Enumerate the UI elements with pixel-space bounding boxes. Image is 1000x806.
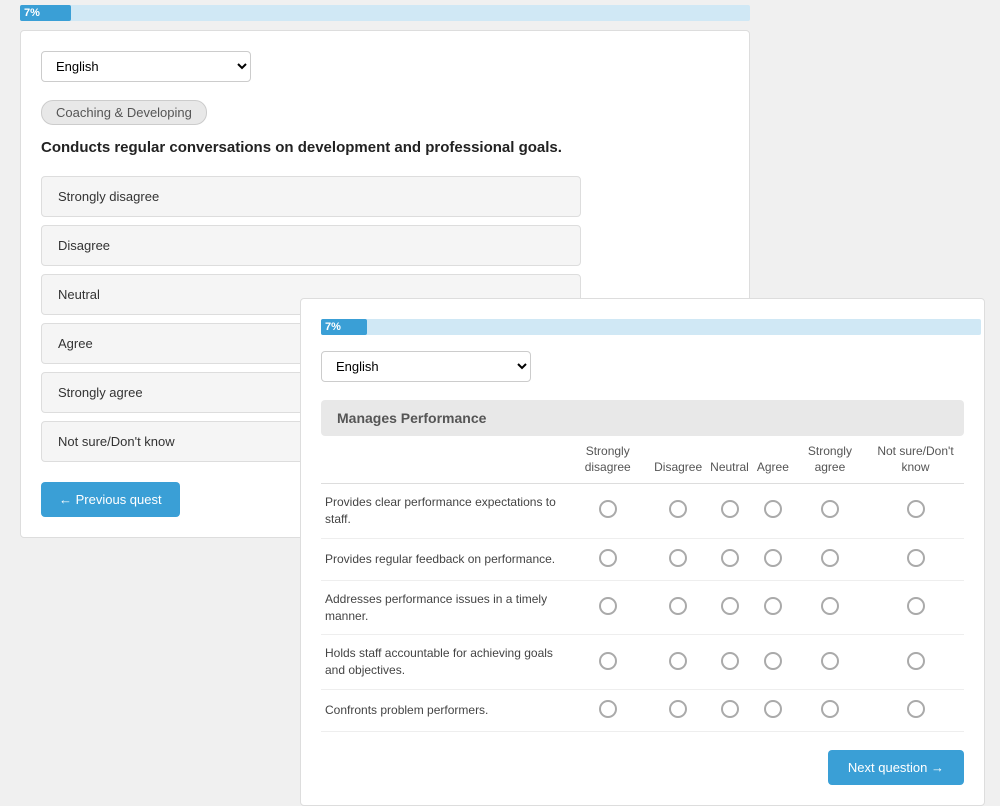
radio-strongly-disagree-3[interactable] [599,652,617,670]
section-header: Manages Performance [321,400,964,436]
radio-neutral-3[interactable] [721,652,739,670]
radio-cell-neutral-4[interactable] [706,689,753,731]
radio-cell-strongly-disagree-1[interactable] [565,538,650,580]
radio-cell-agree-2[interactable] [753,580,793,635]
radio-cell-disagree-2[interactable] [650,580,706,635]
table-row: Provides regular feedback on performance… [321,538,964,580]
radio-strongly-agree-1[interactable] [821,549,839,567]
category-badge: Coaching & Developing [41,100,207,125]
radio-cell-not-sure-2[interactable] [867,580,964,635]
col-header-disagree: Disagree [650,436,706,484]
radio-cell-neutral-2[interactable] [706,580,753,635]
answer-option-disagree[interactable]: Disagree [41,225,581,266]
radio-disagree-3[interactable] [669,652,687,670]
next-button-container: Next question → [321,736,964,785]
language-select-back[interactable]: English Spanish French German [41,51,251,82]
col-header-question [321,436,565,484]
top-progress-bar: 7% [20,5,750,21]
radio-agree-0[interactable] [764,500,782,518]
radio-disagree-0[interactable] [669,500,687,518]
radio-not-sure-4[interactable] [907,700,925,718]
radio-cell-disagree-3[interactable] [650,635,706,690]
front-panel: 7% English Spanish French German Manages… [300,298,985,806]
radio-disagree-4[interactable] [669,700,687,718]
radio-cell-not-sure-3[interactable] [867,635,964,690]
row-question-1: Provides regular feedback on performance… [321,538,565,580]
col-header-strongly-disagree: Strongly disagree [565,436,650,484]
answer-option-strongly-disagree[interactable]: Strongly disagree [41,176,581,217]
radio-cell-disagree-4[interactable] [650,689,706,731]
row-question-0: Provides clear performance expectations … [321,484,565,539]
radio-strongly-agree-2[interactable] [821,597,839,615]
top-progress-label: 7% [24,7,40,19]
radio-cell-strongly-agree-4[interactable] [793,689,867,731]
radio-cell-agree-0[interactable] [753,484,793,539]
table-row: Provides clear performance expectations … [321,484,964,539]
row-question-2: Addresses performance issues in a timely… [321,580,565,635]
radio-cell-strongly-disagree-0[interactable] [565,484,650,539]
radio-cell-disagree-0[interactable] [650,484,706,539]
table-row: Confronts problem performers. [321,689,964,731]
radio-disagree-2[interactable] [669,597,687,615]
radio-cell-strongly-agree-0[interactable] [793,484,867,539]
col-header-agree: Agree [753,436,793,484]
radio-cell-neutral-0[interactable] [706,484,753,539]
radio-cell-not-sure-1[interactable] [867,538,964,580]
next-button[interactable]: Next question → [828,750,964,785]
radio-cell-strongly-disagree-4[interactable] [565,689,650,731]
radio-agree-1[interactable] [764,549,782,567]
front-progress-fill: 7% [321,319,367,335]
radio-strongly-agree-4[interactable] [821,700,839,718]
question-text: Conducts regular conversations on develo… [41,139,729,156]
radio-neutral-4[interactable] [721,700,739,718]
radio-not-sure-0[interactable] [907,500,925,518]
radio-cell-agree-4[interactable] [753,689,793,731]
radio-strongly-disagree-0[interactable] [599,500,617,518]
front-progress-label: 7% [325,321,341,333]
radio-strongly-disagree-2[interactable] [599,597,617,615]
radio-cell-not-sure-4[interactable] [867,689,964,731]
radio-cell-disagree-1[interactable] [650,538,706,580]
row-question-4: Confronts problem performers. [321,689,565,731]
radio-cell-neutral-1[interactable] [706,538,753,580]
radio-cell-agree-3[interactable] [753,635,793,690]
col-header-not-sure: Not sure/Don't know [867,436,964,484]
radio-cell-agree-1[interactable] [753,538,793,580]
radio-neutral-0[interactable] [721,500,739,518]
col-header-neutral: Neutral [706,436,753,484]
radio-cell-strongly-disagree-2[interactable] [565,580,650,635]
row-question-3: Holds staff accountable for achieving go… [321,635,565,690]
radio-neutral-1[interactable] [721,549,739,567]
radio-cell-strongly-disagree-3[interactable] [565,635,650,690]
radio-cell-strongly-agree-3[interactable] [793,635,867,690]
radio-disagree-1[interactable] [669,549,687,567]
front-progress-bar: 7% [321,319,981,335]
language-select-front[interactable]: English Spanish French German [321,351,531,382]
radio-cell-strongly-agree-2[interactable] [793,580,867,635]
radio-agree-3[interactable] [764,652,782,670]
top-progress-fill: 7% [20,5,71,21]
radio-strongly-agree-0[interactable] [821,500,839,518]
table-row: Addresses performance issues in a timely… [321,580,964,635]
radio-cell-not-sure-0[interactable] [867,484,964,539]
radio-not-sure-1[interactable] [907,549,925,567]
col-header-strongly-agree: Strongly agree [793,436,867,484]
radio-cell-strongly-agree-1[interactable] [793,538,867,580]
radio-agree-4[interactable] [764,700,782,718]
previous-button[interactable]: ← Previous quest [41,482,180,517]
radio-not-sure-3[interactable] [907,652,925,670]
radio-agree-2[interactable] [764,597,782,615]
table-row: Holds staff accountable for achieving go… [321,635,964,690]
radio-cell-neutral-3[interactable] [706,635,753,690]
radio-strongly-disagree-4[interactable] [599,700,617,718]
radio-neutral-2[interactable] [721,597,739,615]
radio-not-sure-2[interactable] [907,597,925,615]
rating-table: Strongly disagree Disagree Neutral Agree… [321,436,964,732]
radio-strongly-agree-3[interactable] [821,652,839,670]
radio-strongly-disagree-1[interactable] [599,549,617,567]
